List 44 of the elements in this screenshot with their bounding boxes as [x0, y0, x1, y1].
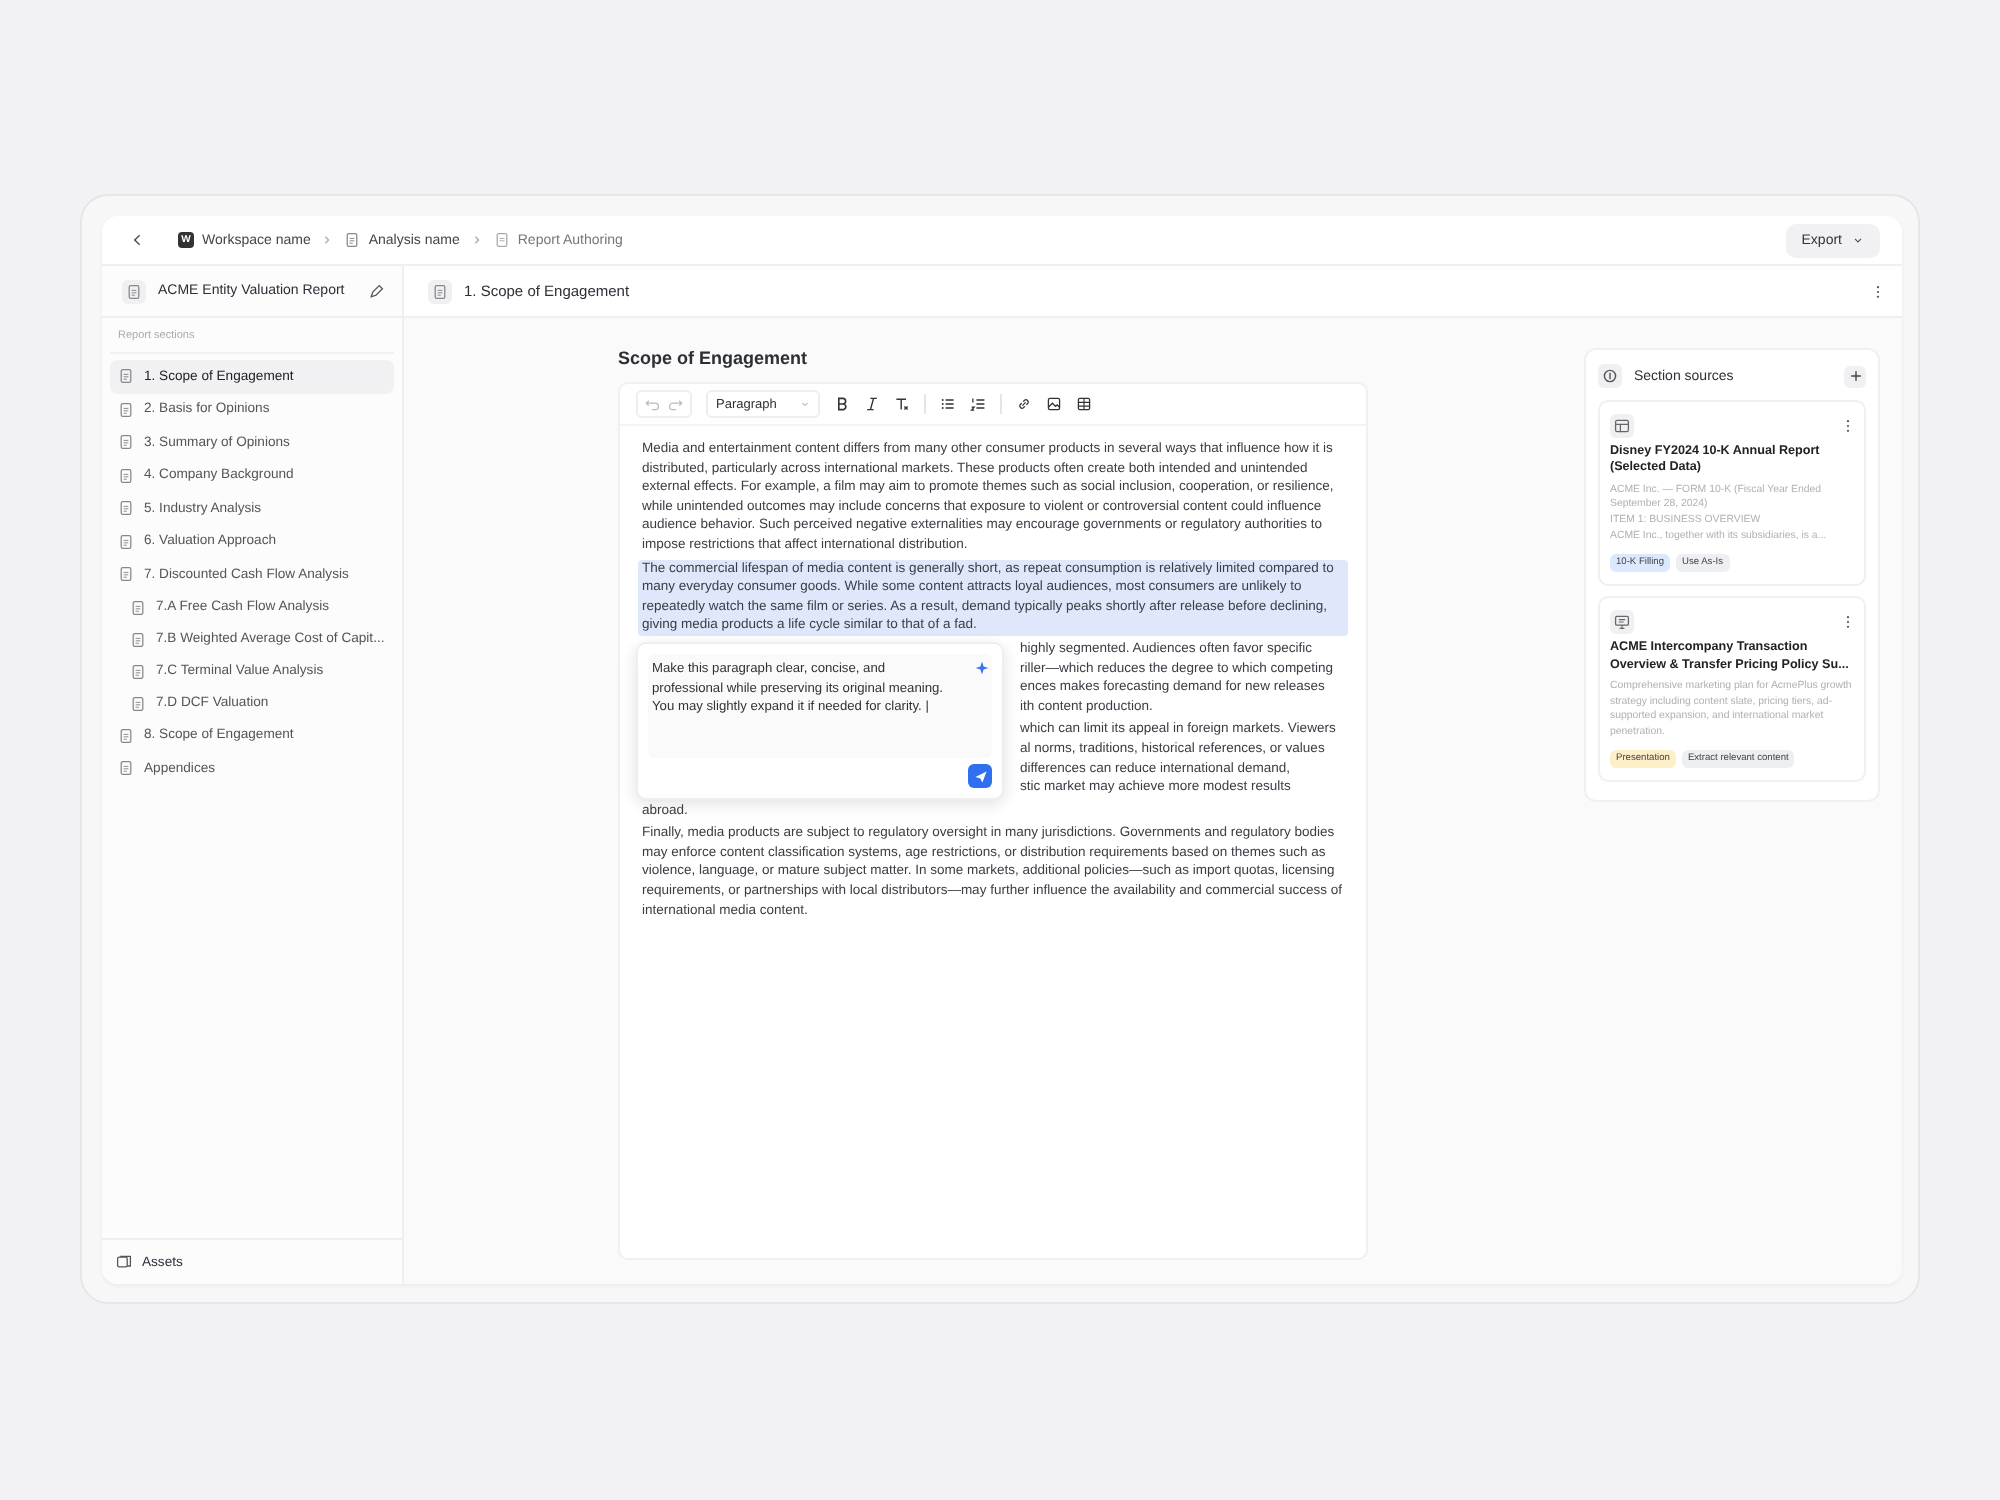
back-icon[interactable] — [130, 232, 146, 248]
document-icon — [130, 695, 146, 711]
source-card[interactable] — [1598, 400, 1866, 587]
more-icon[interactable] — [1842, 418, 1854, 434]
italic-icon[interactable] — [864, 396, 881, 412]
document-icon — [118, 401, 134, 418]
more-icon[interactable] — [1872, 283, 1884, 299]
plus-icon — [1849, 370, 1861, 382]
document-icon — [118, 566, 134, 583]
source-card[interactable] — [1598, 596, 1866, 783]
document-icon — [118, 760, 134, 777]
add-button[interactable] — [1844, 365, 1866, 387]
document-icon — [344, 232, 361, 248]
image-icon[interactable] — [1046, 396, 1063, 412]
presentation-icon — [1614, 614, 1630, 631]
table-icon — [1614, 418, 1630, 434]
document-icon — [118, 467, 134, 484]
section-icon — [432, 283, 448, 299]
report-icon — [126, 283, 142, 299]
document-icon — [130, 663, 146, 679]
document-icon — [130, 599, 146, 615]
send-icon — [973, 769, 987, 783]
document-icon — [118, 500, 134, 517]
send-button[interactable] — [968, 764, 992, 788]
document-title: Scope of Engagement — [618, 348, 810, 368]
chevron-icon — [322, 232, 333, 248]
document-icon — [493, 232, 510, 248]
bullet-list-icon[interactable] — [940, 396, 957, 412]
clear-format-icon[interactable] — [894, 396, 911, 412]
bold-icon[interactable] — [834, 396, 851, 412]
document-icon — [118, 727, 134, 744]
document-icon — [118, 533, 134, 550]
assets-icon — [116, 1254, 132, 1270]
document-icon — [118, 434, 134, 451]
numbered-list-icon[interactable] — [970, 396, 987, 412]
document-icon — [118, 368, 134, 385]
chevron-icon — [471, 232, 482, 248]
sparkle-icon — [974, 660, 990, 676]
link-icon[interactable] — [1016, 396, 1033, 412]
caret-icon — [1852, 232, 1864, 248]
table-icon[interactable] — [1076, 396, 1093, 412]
pencil-icon[interactable] — [368, 283, 385, 299]
document-icon — [130, 631, 146, 647]
more-icon[interactable] — [1842, 614, 1854, 631]
